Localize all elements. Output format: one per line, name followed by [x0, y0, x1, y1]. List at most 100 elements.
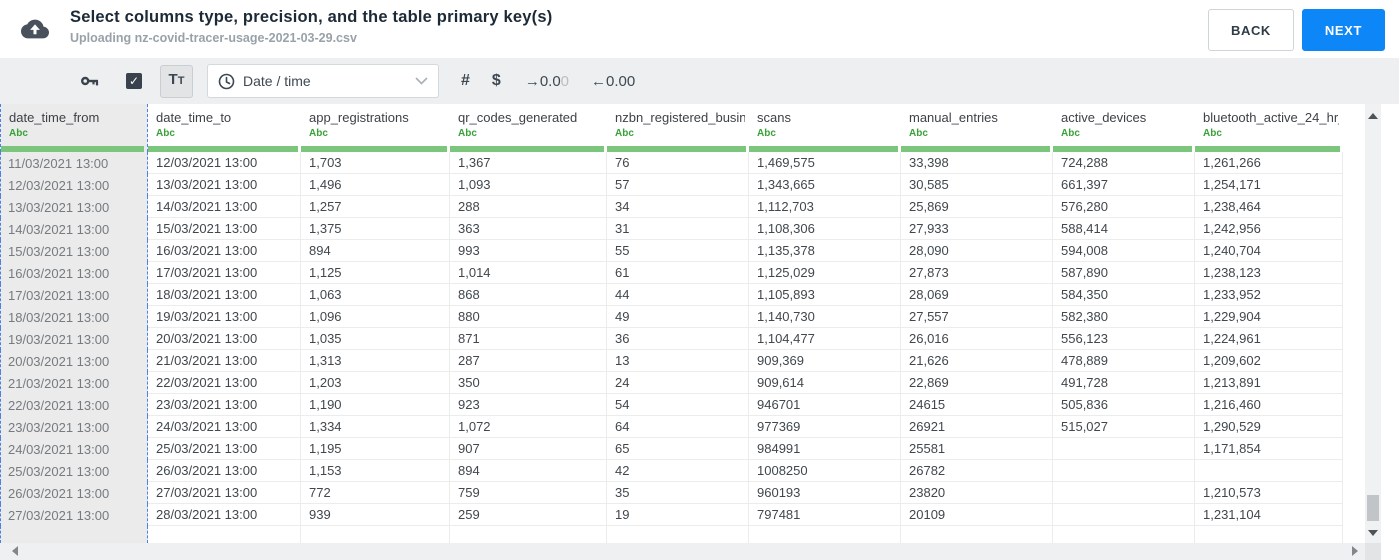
scroll-down-arrow-icon[interactable]	[1368, 530, 1378, 536]
table-cell: 19	[607, 504, 749, 526]
scroll-left-arrow-icon[interactable]	[12, 546, 18, 556]
table-cell: 25,869	[901, 196, 1053, 218]
column-header-active_devices[interactable]: active_devices Abc	[1053, 104, 1195, 152]
table-cell: 1,108,306	[749, 218, 901, 240]
remove-decimal-button[interactable]: ←0.00	[591, 73, 635, 90]
vertical-scrollbar[interactable]	[1365, 104, 1381, 543]
table-cell: 1008250	[749, 460, 901, 482]
column-header-nzbn_registered_busine[interactable]: nzbn_registered_busine Abc	[607, 104, 749, 152]
table-cell: 23/03/2021 13:00	[148, 394, 301, 416]
table-cell: 1,213,891	[1195, 372, 1343, 394]
table-row: 25/03/2021 13:00 26/03/2021 13:00 1,153 894…	[0, 460, 1343, 482]
table-cell: 868	[450, 284, 607, 306]
select-column-checkbox[interactable]: ✓	[126, 73, 142, 89]
table-cell: 61	[607, 262, 749, 284]
table-cell: 18/03/2021 13:00	[0, 306, 148, 328]
column-header-manual_entries[interactable]: manual_entries Abc	[901, 104, 1053, 152]
page-title: Select columns type, precision, and the …	[70, 8, 553, 26]
table-cell: 1,140,730	[749, 306, 901, 328]
table-cell: 1,261,266	[1195, 152, 1343, 174]
empty-cell	[1195, 526, 1343, 543]
column-name: app_registrations	[309, 110, 409, 125]
table-cell: 259	[450, 504, 607, 526]
scroll-up-arrow-icon[interactable]	[1368, 113, 1378, 119]
horizontal-scrollbar[interactable]	[0, 543, 1381, 560]
table-cell: 13/03/2021 13:00	[148, 174, 301, 196]
table-cell: 1,254,171	[1195, 174, 1343, 196]
table-cell: 894	[450, 460, 607, 482]
table-cell: 1,125	[301, 262, 450, 284]
text-type-button[interactable]: TT	[160, 64, 193, 98]
table-cell: 24/03/2021 13:00	[148, 416, 301, 438]
table-cell: 724,288	[1053, 152, 1195, 174]
back-button[interactable]: BACK	[1207, 9, 1294, 51]
table-cell: 772	[301, 482, 450, 504]
table-cell: 24	[607, 372, 749, 394]
column-header-qr_codes_generated[interactable]: qr_codes_generated Abc	[450, 104, 607, 152]
scroll-right-arrow-icon[interactable]	[1352, 546, 1358, 556]
table-cell: 64	[607, 416, 749, 438]
column-name: date_time_to	[156, 110, 232, 125]
table-cell: 1,703	[301, 152, 450, 174]
table-cell	[1053, 438, 1195, 460]
table-cell: 582,380	[1053, 306, 1195, 328]
vertical-scrollbar-thumb[interactable]	[1367, 495, 1379, 521]
table-cell: 1,096	[301, 306, 450, 328]
table-cell	[1195, 460, 1343, 482]
number-type-button[interactable]: #	[461, 72, 470, 90]
primary-key-icon[interactable]	[80, 71, 100, 91]
table-cell: 23820	[901, 482, 1053, 504]
table-cell: 25/03/2021 13:00	[148, 438, 301, 460]
table-cell: 24/03/2021 13:00	[0, 438, 148, 460]
table-cell: 22/03/2021 13:00	[148, 372, 301, 394]
table-cell: 594,008	[1053, 240, 1195, 262]
table-cell: 20/03/2021 13:00	[0, 350, 148, 372]
column-type-dropdown[interactable]: Date / time	[207, 64, 439, 98]
column-header-date_time_to[interactable]: date_time_to Abc	[148, 104, 301, 152]
empty-cell	[301, 526, 450, 543]
table-cell: 28,090	[901, 240, 1053, 262]
column-type-badge: Abc	[757, 128, 776, 139]
table-cell: 21/03/2021 13:00	[148, 350, 301, 372]
text-type-label-small: T	[177, 74, 185, 87]
table-cell	[1053, 482, 1195, 504]
column-header-app_registrations[interactable]: app_registrations Abc	[301, 104, 450, 152]
table-cell: 19/03/2021 13:00	[0, 328, 148, 350]
empty-cell	[607, 526, 749, 543]
table-cell: 661,397	[1053, 174, 1195, 196]
next-button[interactable]: NEXT	[1301, 9, 1385, 51]
table-cell: 25/03/2021 13:00	[0, 460, 148, 482]
table-cell: 26921	[901, 416, 1053, 438]
add-decimal-button[interactable]: →0.00	[525, 73, 569, 90]
empty-cell	[1053, 526, 1195, 543]
table-cell: 14/03/2021 13:00	[148, 196, 301, 218]
table-cell: 15/03/2021 13:00	[148, 218, 301, 240]
table-cell: 871	[450, 328, 607, 350]
table-row: 12/03/2021 13:00 13/03/2021 13:00 1,496 1,0…	[0, 174, 1343, 196]
table-cell: 797481	[749, 504, 901, 526]
table-cell: 12/03/2021 13:00	[0, 174, 148, 196]
table-cell: 1,203	[301, 372, 450, 394]
currency-type-button[interactable]: $	[492, 72, 501, 90]
table-cell: 28,069	[901, 284, 1053, 306]
table-cell: 1,153	[301, 460, 450, 482]
clock-icon	[218, 73, 235, 89]
table-cell: 1,343,665	[749, 174, 901, 196]
column-header-bluetooth_active_24_hr_[interactable]: bluetooth_active_24_hr_ Abc	[1195, 104, 1343, 152]
table-row: 17/03/2021 13:00 18/03/2021 13:00 1,063 868…	[0, 284, 1343, 306]
table-row: 22/03/2021 13:00 23/03/2021 13:00 1,190 923…	[0, 394, 1343, 416]
table-cell: 27,933	[901, 218, 1053, 240]
table-cell: 14/03/2021 13:00	[0, 218, 148, 240]
table-cell: 977369	[749, 416, 901, 438]
table-cell: 1,367	[450, 152, 607, 174]
table-cell: 35	[607, 482, 749, 504]
csv-preview-table-wrap: date_time_from Abc date_time_to Abc app_regi…	[0, 104, 1344, 543]
column-header-scans[interactable]: scans Abc	[749, 104, 901, 152]
column-header-date_time_from[interactable]: date_time_from Abc	[0, 104, 148, 152]
table-cell: 22,869	[901, 372, 1053, 394]
cloud-upload-icon	[21, 19, 49, 39]
table-row: 16/03/2021 13:00 17/03/2021 13:00 1,125 1,0…	[0, 262, 1343, 284]
column-type-badge: Abc	[615, 128, 634, 139]
table-cell: 946701	[749, 394, 901, 416]
table-cell: 1,240,704	[1195, 240, 1343, 262]
